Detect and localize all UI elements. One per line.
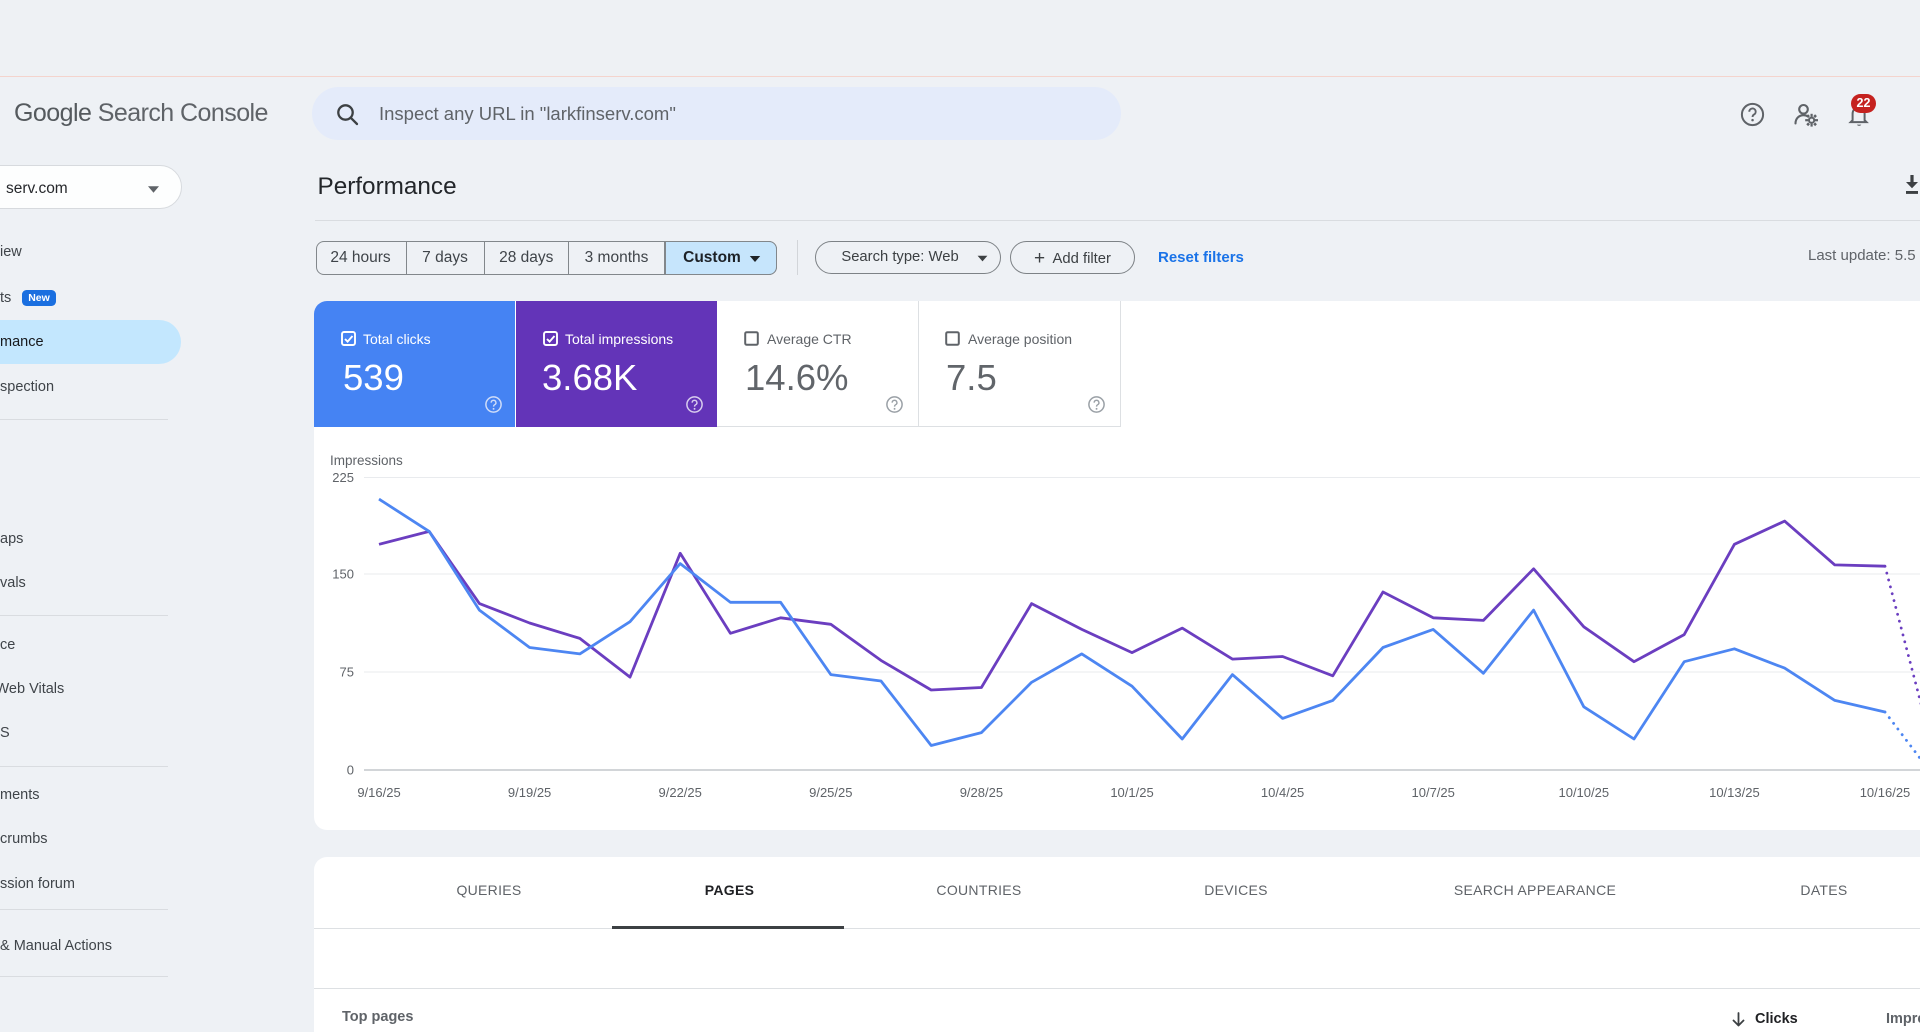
svg-text:0: 0 <box>347 763 354 778</box>
svg-text:10/16/25: 10/16/25 <box>1860 785 1911 800</box>
svg-text:9/19/25: 9/19/25 <box>508 785 551 800</box>
svg-text:Impressions: Impressions <box>330 453 403 468</box>
svg-text:10/4/25: 10/4/25 <box>1261 785 1304 800</box>
svg-text:9/28/25: 9/28/25 <box>960 785 1003 800</box>
svg-text:9/22/25: 9/22/25 <box>659 785 702 800</box>
svg-text:9/25/25: 9/25/25 <box>809 785 852 800</box>
svg-text:10/1/25: 10/1/25 <box>1110 785 1153 800</box>
svg-text:10/7/25: 10/7/25 <box>1412 785 1455 800</box>
svg-text:9/16/25: 9/16/25 <box>357 785 400 800</box>
svg-text:225: 225 <box>332 470 354 485</box>
svg-text:150: 150 <box>332 567 354 582</box>
svg-text:10/10/25: 10/10/25 <box>1558 785 1609 800</box>
svg-text:10/13/25: 10/13/25 <box>1709 785 1760 800</box>
svg-text:75: 75 <box>340 665 354 680</box>
